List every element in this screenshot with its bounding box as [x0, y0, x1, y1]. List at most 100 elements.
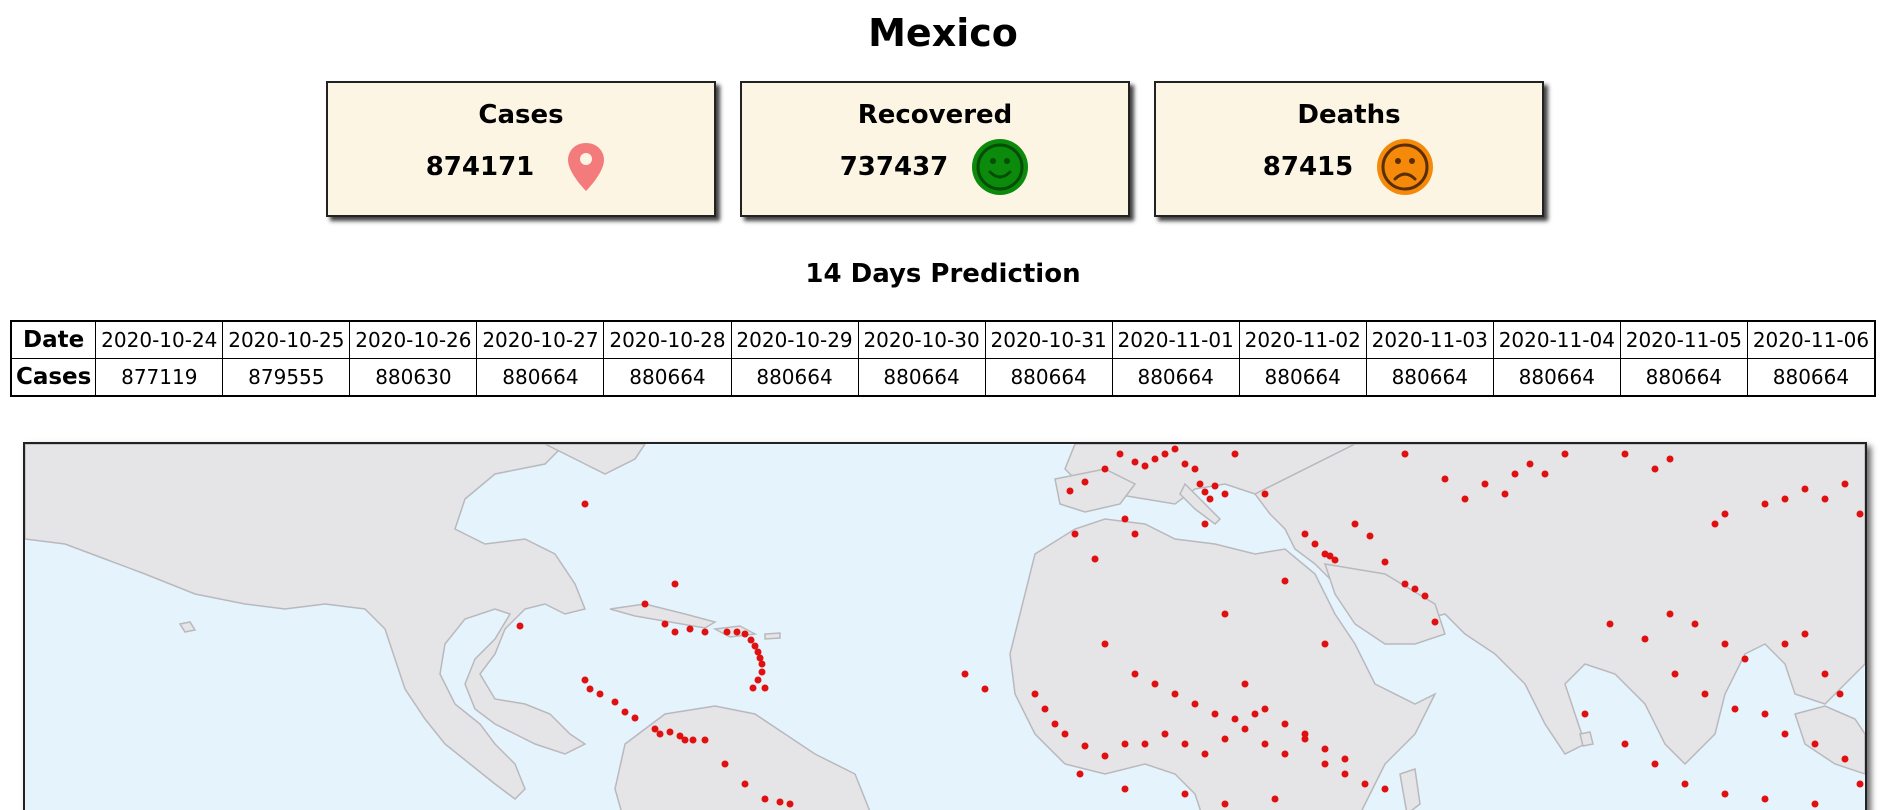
case-marker[interactable] [747, 636, 755, 644]
case-marker[interactable] [733, 628, 741, 636]
case-marker[interactable] [723, 628, 731, 636]
case-marker[interactable] [1251, 710, 1259, 718]
case-marker[interactable] [721, 760, 729, 768]
case-marker[interactable] [1721, 640, 1729, 648]
case-marker[interactable] [1161, 730, 1169, 738]
case-marker[interactable] [1441, 475, 1449, 483]
case-marker[interactable] [516, 622, 524, 630]
world-map-canvas[interactable] [25, 444, 1865, 810]
case-marker[interactable] [1761, 795, 1769, 803]
case-marker[interactable] [681, 736, 689, 744]
case-marker[interactable] [686, 625, 694, 633]
case-marker[interactable] [1211, 710, 1219, 718]
case-marker[interactable] [1341, 770, 1349, 778]
case-marker[interactable] [1121, 740, 1129, 748]
case-marker[interactable] [981, 685, 989, 693]
case-marker[interactable] [1701, 690, 1709, 698]
case-marker[interactable] [1461, 495, 1469, 503]
case-marker[interactable] [1321, 745, 1329, 753]
case-marker[interactable] [1366, 532, 1374, 540]
case-marker[interactable] [1781, 730, 1789, 738]
case-marker[interactable] [1071, 530, 1079, 538]
case-marker[interactable] [1351, 520, 1359, 528]
case-marker[interactable] [656, 730, 664, 738]
case-marker[interactable] [1271, 795, 1279, 803]
case-marker[interactable] [1811, 740, 1819, 748]
case-marker[interactable] [1781, 640, 1789, 648]
case-marker[interactable] [1301, 735, 1309, 743]
case-marker[interactable] [1761, 710, 1769, 718]
case-marker[interactable] [761, 795, 769, 803]
case-marker[interactable] [1761, 500, 1769, 508]
case-marker[interactable] [1361, 780, 1369, 788]
case-marker[interactable] [1856, 780, 1864, 788]
case-marker[interactable] [1841, 480, 1849, 488]
case-marker[interactable] [1261, 705, 1269, 713]
case-marker[interactable] [1231, 450, 1239, 458]
case-marker[interactable] [1856, 510, 1864, 518]
case-marker[interactable] [1261, 490, 1269, 498]
case-marker[interactable] [1161, 450, 1169, 458]
case-marker[interactable] [1191, 700, 1199, 708]
case-marker[interactable] [776, 798, 784, 806]
case-marker[interactable] [1261, 740, 1269, 748]
case-marker[interactable] [1076, 770, 1084, 778]
case-marker[interactable] [1061, 730, 1069, 738]
case-marker[interactable] [1181, 460, 1189, 468]
case-marker[interactable] [631, 714, 639, 722]
case-marker[interactable] [1141, 740, 1149, 748]
case-marker[interactable] [1031, 690, 1039, 698]
case-marker[interactable] [786, 800, 794, 808]
case-marker[interactable] [1721, 790, 1729, 798]
case-marker[interactable] [1681, 780, 1689, 788]
case-marker[interactable] [1241, 725, 1249, 733]
case-marker[interactable] [1151, 455, 1159, 463]
case-marker[interactable] [1691, 620, 1699, 628]
case-marker[interactable] [1191, 465, 1199, 473]
case-marker[interactable] [1671, 670, 1679, 678]
case-marker[interactable] [1331, 556, 1339, 564]
case-marker[interactable] [1641, 635, 1649, 643]
case-marker[interactable] [1431, 618, 1439, 626]
case-marker[interactable] [1131, 530, 1139, 538]
case-marker[interactable] [1151, 680, 1159, 688]
case-marker[interactable] [1666, 455, 1674, 463]
case-marker[interactable] [1526, 460, 1534, 468]
case-marker[interactable] [1131, 670, 1139, 678]
case-marker[interactable] [1821, 670, 1829, 678]
case-marker[interactable] [1621, 450, 1629, 458]
case-marker[interactable] [761, 684, 769, 692]
case-marker[interactable] [1651, 760, 1659, 768]
case-marker[interactable] [1651, 465, 1659, 473]
case-marker[interactable] [1301, 530, 1309, 538]
case-marker[interactable] [1541, 470, 1549, 478]
case-marker[interactable] [1116, 450, 1124, 458]
case-marker[interactable] [754, 676, 762, 684]
case-marker[interactable] [701, 736, 709, 744]
case-marker[interactable] [1066, 487, 1074, 495]
case-marker[interactable] [1121, 785, 1129, 793]
case-marker[interactable] [1101, 752, 1109, 760]
case-marker[interactable] [1101, 465, 1109, 473]
case-marker[interactable] [1666, 610, 1674, 618]
case-marker[interactable] [1201, 520, 1209, 528]
case-marker[interactable] [1141, 462, 1149, 470]
case-marker[interactable] [1221, 735, 1229, 743]
case-marker[interactable] [758, 660, 766, 668]
case-marker[interactable] [671, 580, 679, 588]
case-marker[interactable] [1321, 640, 1329, 648]
case-marker[interactable] [666, 728, 674, 736]
case-marker[interactable] [754, 648, 762, 656]
case-marker[interactable] [641, 600, 649, 608]
case-marker[interactable] [1091, 555, 1099, 563]
case-marker[interactable] [1381, 558, 1389, 566]
case-marker[interactable] [1836, 690, 1844, 698]
case-marker[interactable] [1201, 488, 1209, 496]
case-marker[interactable] [741, 780, 749, 788]
case-marker[interactable] [1581, 710, 1589, 718]
case-marker[interactable] [1741, 655, 1749, 663]
case-marker[interactable] [1501, 490, 1509, 498]
case-marker[interactable] [651, 725, 659, 733]
case-marker[interactable] [1401, 580, 1409, 588]
case-marker[interactable] [1421, 592, 1429, 600]
